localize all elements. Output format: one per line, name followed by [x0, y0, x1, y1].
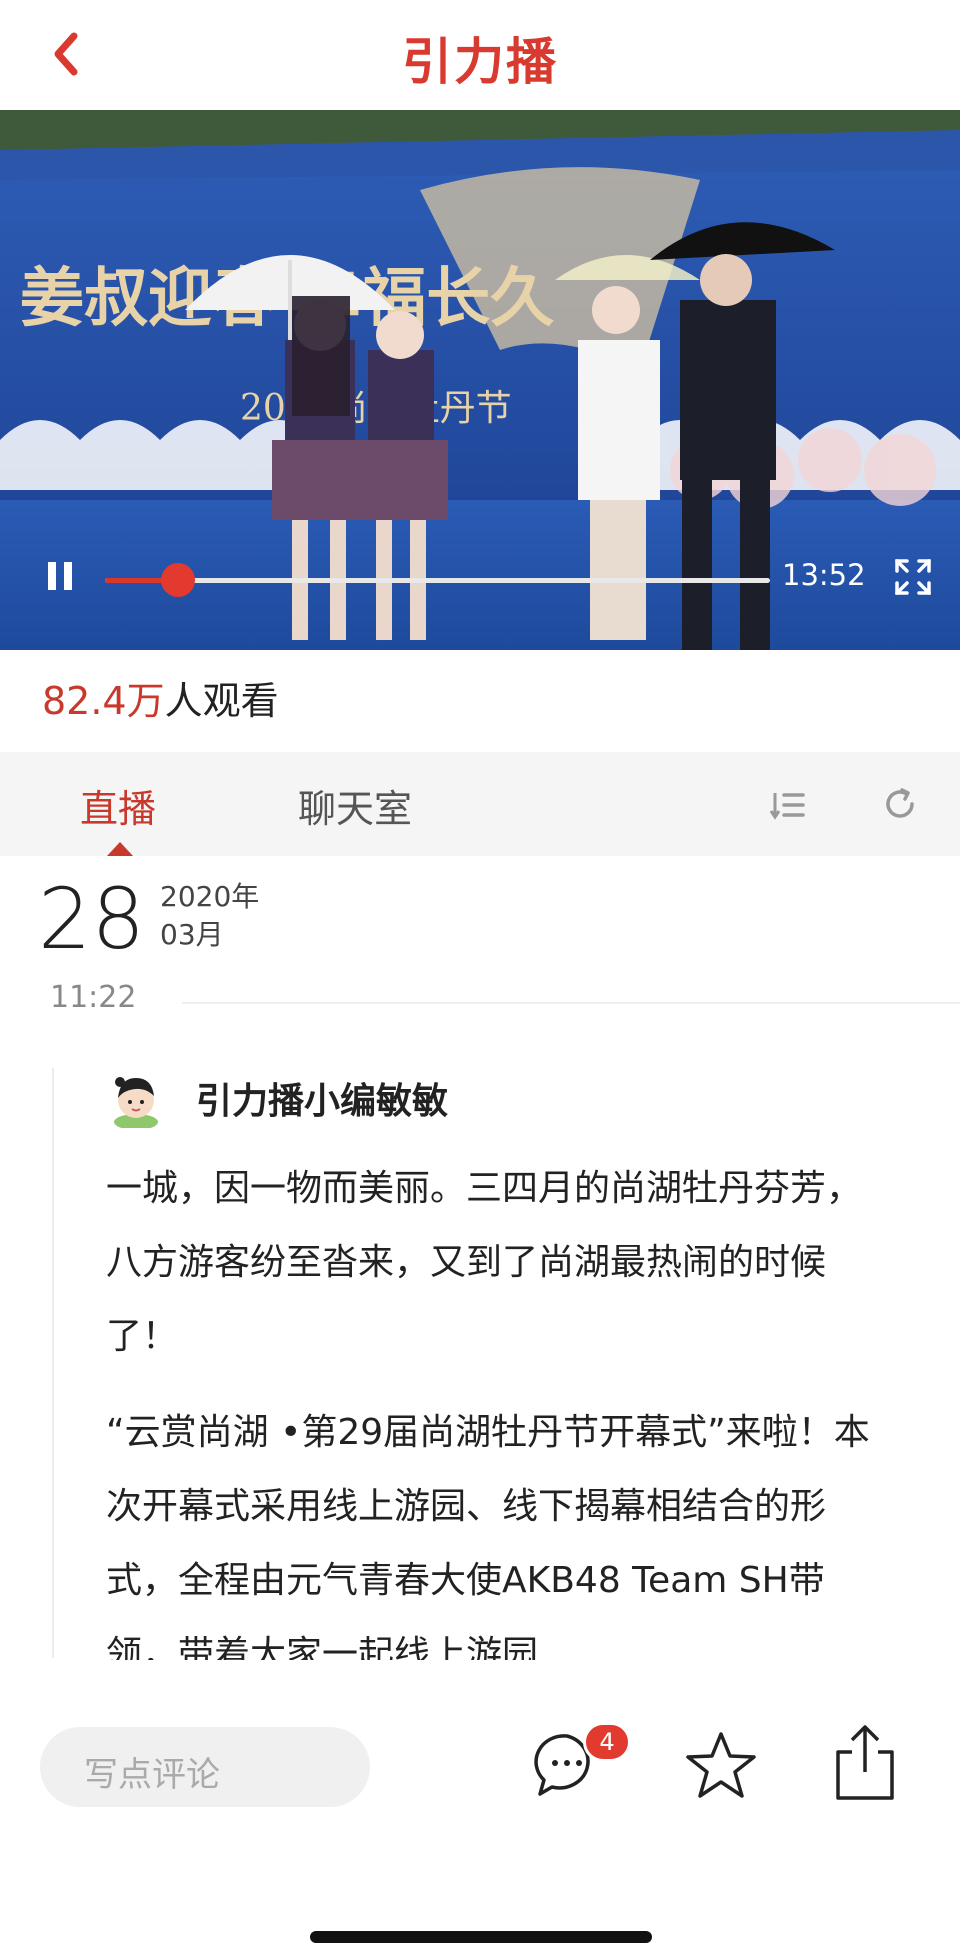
fullscreen-icon[interactable] [893, 557, 933, 597]
timeline-line [52, 1068, 54, 1658]
comment-placeholder: 写点评论 [84, 1755, 220, 1795]
bottom-bar [0, 1660, 960, 1960]
post-time: 11:22 [50, 980, 137, 1015]
comment-count-badge: 4 [583, 1722, 631, 1762]
post-paragraph: 一城，因一物而美丽。三四月的尚湖牡丹芬芳，八方游客纷至沓来，又到了尚湖最热闹的时… [106, 1168, 863, 1357]
post-month: 03月 [160, 918, 224, 951]
tab-live[interactable]: 直播 [80, 778, 156, 833]
post-paragraph: “云赏尚湖 •第29届尚湖牡丹节开幕式”来啦！本次开幕式采用线上游园、线下揭幕相… [106, 1412, 870, 1660]
refresh-icon[interactable] [882, 786, 918, 822]
tab-chatroom[interactable]: 聊天室 [298, 778, 412, 833]
tab-bar: 直播 聊天室 [0, 752, 960, 856]
viewer-suffix: 人观看 [164, 679, 279, 723]
favorite-star-icon[interactable] [684, 1730, 758, 1800]
home-indicator [310, 1931, 652, 1943]
post-year: 2020年 [160, 880, 260, 913]
post-day: 28 [38, 870, 145, 968]
share-icon[interactable] [832, 1722, 898, 1802]
viewer-count: 82.4万人观看 [42, 670, 279, 725]
progress-bar[interactable] [105, 563, 770, 597]
video-time: 13:52 [782, 558, 866, 592]
post-content: 一城，因一物而美丽。三四月的尚湖牡丹芬芳，八方游客纷至沓来，又到了尚湖最热闹的时… [106, 1152, 896, 1660]
app-logo: 引力播 [402, 33, 558, 91]
tab-indicator [107, 842, 133, 856]
pause-button[interactable] [46, 562, 76, 592]
list-sort-icon[interactable] [770, 790, 806, 820]
author-avatar[interactable] [108, 1070, 164, 1128]
progress-knob[interactable] [161, 563, 196, 597]
timeline-divider [182, 1002, 960, 1004]
post-year-month: 2020年 03月 [160, 878, 259, 954]
viewer-number: 82.4万 [42, 679, 165, 723]
author-name: 引力播小编敏敏 [196, 1081, 449, 1122]
top-bar: 引力播 [0, 0, 960, 110]
comment-input[interactable]: 写点评论 [40, 1727, 370, 1807]
